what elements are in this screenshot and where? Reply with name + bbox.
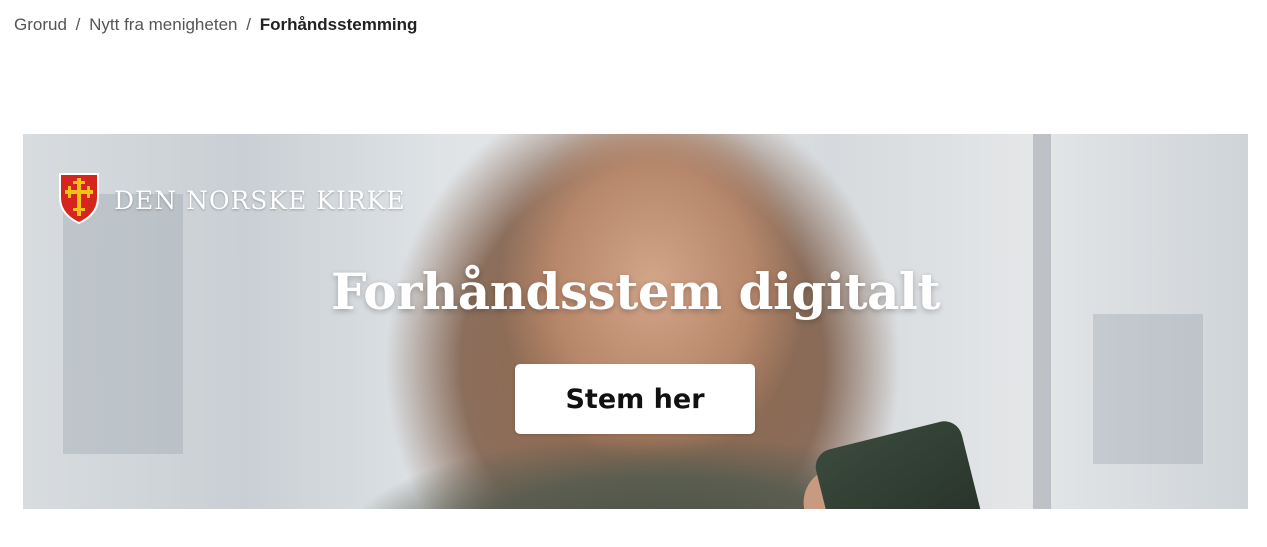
breadcrumb-link-grorud[interactable]: Grorud	[14, 15, 67, 34]
banner-headline: Forhåndsstem digitalt	[330, 262, 941, 321]
vote-banner[interactable]: DEN NORSKE KIRKE Forhåndsstem digitalt S…	[23, 134, 1248, 509]
breadcrumb-separator: /	[246, 15, 251, 34]
breadcrumb-separator: /	[75, 15, 81, 34]
background-building	[1093, 314, 1203, 464]
logo-text: DEN NORSKE KIRKE	[114, 186, 406, 215]
den-norske-kirke-logo[interactable]: DEN NORSKE KIRKE	[58, 172, 406, 229]
vote-here-button[interactable]: Stem her	[515, 364, 755, 434]
breadcrumb: Grorud / Nytt fra menigheten / Forhåndss…	[14, 15, 417, 35]
background-building	[63, 194, 183, 454]
background-pole	[1033, 134, 1051, 509]
breadcrumb-link-nytt-fra-menigheten[interactable]: Nytt fra menigheten	[89, 15, 237, 34]
breadcrumb-current: Forhåndsstemming	[259, 15, 418, 34]
church-shield-icon	[58, 172, 100, 229]
